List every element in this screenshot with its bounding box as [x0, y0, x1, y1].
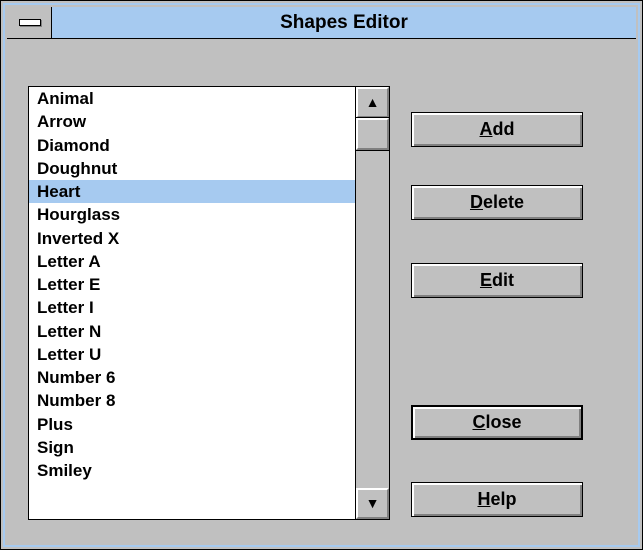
delete-label: elete	[482, 192, 525, 212]
edit-button[interactable]: Edit	[411, 263, 583, 298]
list-item[interactable]: Number 6	[29, 366, 355, 389]
list-item[interactable]: Diamond	[29, 134, 355, 157]
close-accel: C	[472, 412, 486, 432]
list-item[interactable]: Hourglass	[29, 203, 355, 226]
list-item[interactable]: Letter N	[29, 320, 355, 343]
help-label: elp	[490, 489, 517, 509]
system-menu-icon[interactable]	[7, 7, 52, 38]
list-item[interactable]: Smiley	[29, 459, 355, 482]
list-item[interactable]: Plus	[29, 413, 355, 436]
scroll-down-icon[interactable]: ▼	[356, 488, 389, 519]
list-item[interactable]: Letter E	[29, 273, 355, 296]
list-item[interactable]: Letter U	[29, 343, 355, 366]
close-button[interactable]: Close	[411, 405, 583, 440]
list-item[interactable]: Animal	[29, 87, 355, 110]
add-accel: A	[479, 119, 493, 139]
scrollbar-thumb[interactable]	[355, 117, 389, 151]
delete-button[interactable]: Delete	[411, 185, 583, 220]
help-accel: H	[477, 489, 491, 509]
list-item[interactable]: Inverted X	[29, 227, 355, 250]
scroll-up-icon[interactable]: ▲	[356, 87, 389, 118]
list-item[interactable]: Letter A	[29, 250, 355, 273]
add-label: dd	[492, 119, 515, 139]
shapes-listbox[interactable]: Animal Arrow Diamond Doughnut Heart Hourglass…	[28, 86, 390, 520]
list-item[interactable]: Number 8	[29, 389, 355, 412]
shapes-editor-dialog: Shapes Editor Animal Arrow Diamond Doughnut…	[0, 0, 643, 550]
edit-accel: E	[479, 270, 492, 290]
vertical-scrollbar[interactable]: ▲ ▼	[355, 87, 389, 519]
shapes-list[interactable]: Animal Arrow Diamond Doughnut Heart Hourglass…	[29, 87, 355, 519]
list-item[interactable]: Sign	[29, 436, 355, 459]
add-button[interactable]: Add	[411, 112, 583, 147]
delete-accel: D	[469, 192, 483, 212]
edit-label: dit	[492, 270, 514, 290]
help-button[interactable]: Help	[411, 482, 583, 517]
list-item[interactable]: Letter I	[29, 296, 355, 319]
list-item[interactable]: Doughnut	[29, 157, 355, 180]
window-title: Shapes Editor	[280, 12, 408, 33]
system-menu-bar	[19, 19, 41, 26]
list-item[interactable]: Arrow	[29, 110, 355, 133]
title-bar[interactable]: Shapes Editor	[7, 7, 636, 39]
list-item[interactable]: Heart	[29, 180, 355, 204]
close-label: lose	[485, 412, 522, 432]
